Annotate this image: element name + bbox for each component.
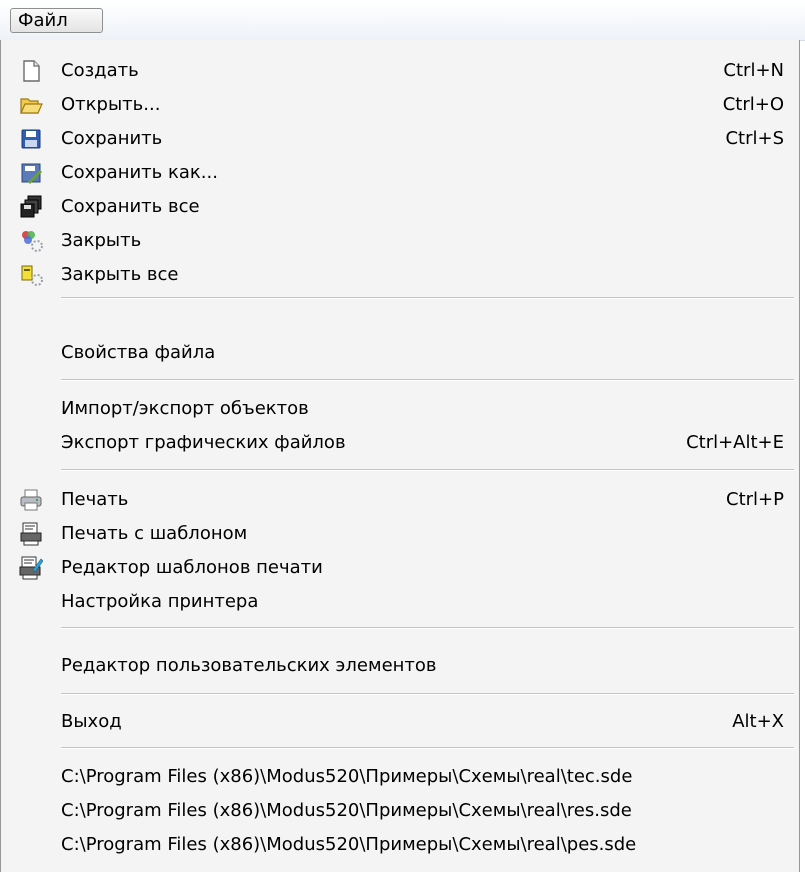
menu-item-printer-setup[interactable]: Настройка принтера — [1, 585, 799, 619]
menu-separator — [61, 297, 794, 299]
menu-item-print-template[interactable]: Печать с шаблоном — [1, 517, 799, 551]
menu-item-print-template-editor[interactable]: Редактор шаблонов печати — [1, 551, 799, 585]
menu-item-label: Редактор пользовательских элементов — [61, 655, 437, 676]
close-icon — [19, 229, 43, 253]
menu-item-label: Печать — [61, 489, 129, 510]
recent-file-path: C:\Program Files (x86)\Modus520\Примеры\… — [61, 800, 632, 821]
recent-file-item[interactable]: C:\Program Files (x86)\Modus520\Примеры\… — [1, 828, 799, 862]
recent-file-item[interactable]: C:\Program Files (x86)\Modus520\Примеры\… — [1, 760, 799, 794]
menu-item-label: Экспорт графических файлов — [61, 432, 346, 453]
menu-item-shortcut: Ctrl+O — [722, 94, 784, 115]
menu-file[interactable]: Файл — [10, 8, 103, 33]
menu-item-label: Печать с шаблоном — [61, 523, 248, 544]
menu-item-label: Закрыть — [61, 230, 142, 251]
menu-item-open[interactable]: Открыть... Ctrl+O — [1, 88, 799, 122]
menu-item-save-all[interactable]: Сохранить все — [1, 190, 799, 224]
menu-item-label: Сохранить все — [61, 196, 200, 217]
menu-item-close-all[interactable]: Закрыть все — [1, 258, 799, 292]
menu-item-file-properties[interactable]: Свойства файла — [1, 336, 799, 370]
printer-icon — [19, 488, 43, 512]
menu-separator — [61, 469, 794, 471]
menu-item-label: Сохранить — [61, 128, 163, 149]
menu-separator — [61, 627, 794, 629]
menu-item-close[interactable]: Закрыть — [1, 224, 799, 258]
menu-item-import-export[interactable]: Импорт/экспорт объектов — [1, 392, 799, 426]
template-editor-icon — [19, 556, 44, 580]
menu-item-export-graphics[interactable]: Экспорт графических файлов Ctrl+Alt+E — [1, 426, 799, 460]
menu-separator — [61, 379, 794, 381]
menu-bar: Файл — [0, 0, 805, 41]
save-all-icon — [19, 195, 43, 219]
menu-item-save[interactable]: Сохранить Ctrl+S — [1, 122, 799, 156]
menu-item-label: Свойства файла — [61, 342, 216, 363]
menu-item-new[interactable]: Создать Ctrl+N — [1, 54, 799, 88]
close-all-icon — [19, 263, 43, 287]
menu-separator — [61, 693, 794, 695]
open-folder-icon — [19, 93, 43, 117]
new-file-icon — [19, 59, 43, 83]
menu-item-exit[interactable]: Выход Alt+X — [1, 705, 799, 739]
menu-item-label: Импорт/экспорт объектов — [61, 398, 309, 419]
file-menu-dropdown: Создать Ctrl+N Открыть... Ctrl+O Сохрани… — [0, 40, 800, 872]
menu-separator — [61, 747, 794, 749]
menu-item-shortcut: Ctrl+P — [726, 489, 784, 510]
menu-item-shortcut: Ctrl+S — [725, 128, 784, 149]
menu-item-custom-elements-editor[interactable]: Редактор пользовательских элементов — [1, 649, 799, 683]
menu-item-print[interactable]: Печать Ctrl+P — [1, 483, 799, 517]
menu-item-label: Сохранить как... — [61, 162, 218, 183]
recent-file-item[interactable]: C:\Program Files (x86)\Modus520\Примеры\… — [1, 794, 799, 828]
menu-item-label: Создать — [61, 60, 139, 81]
menu-item-label: Настройка принтера — [61, 591, 259, 612]
menu-item-label: Выход — [61, 711, 122, 732]
menu-item-save-as[interactable]: Сохранить как... — [1, 156, 799, 190]
save-as-icon — [19, 161, 43, 185]
menu-item-label: Закрыть все — [61, 264, 179, 285]
menu-item-shortcut: Ctrl+N — [723, 60, 784, 81]
menu-item-label: Редактор шаблонов печати — [61, 557, 323, 578]
menu-item-label: Открыть... — [61, 94, 161, 115]
print-template-icon — [19, 522, 43, 546]
menu-item-shortcut: Alt+X — [732, 711, 784, 732]
recent-file-path: C:\Program Files (x86)\Modus520\Примеры\… — [61, 834, 637, 855]
save-icon — [19, 127, 43, 151]
menu-item-shortcut: Ctrl+Alt+E — [686, 432, 784, 453]
recent-file-path: C:\Program Files (x86)\Modus520\Примеры\… — [61, 766, 633, 787]
